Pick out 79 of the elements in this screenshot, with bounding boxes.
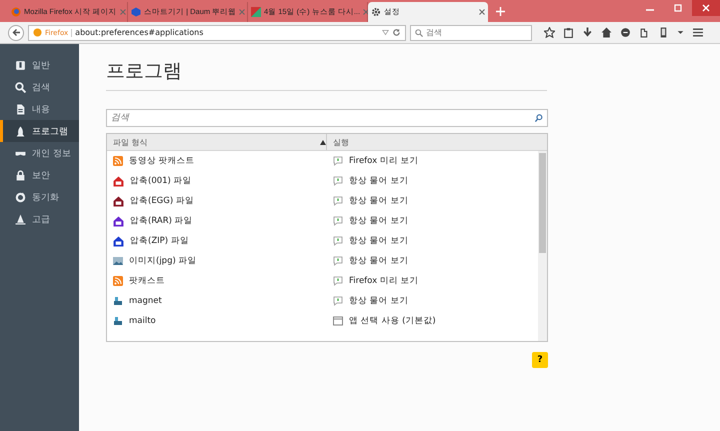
clipboard-icon bbox=[563, 27, 574, 38]
document-icon bbox=[15, 104, 26, 114]
file-type-cell: mailto bbox=[107, 316, 327, 326]
dropdown-icon bbox=[382, 29, 389, 36]
image-icon bbox=[113, 256, 123, 266]
file-type-cell: 압축(001) 파일 bbox=[107, 175, 327, 187]
app-icon bbox=[113, 316, 123, 326]
scrollbar[interactable] bbox=[538, 151, 547, 341]
file-type-cell: 압축(ZIP) 파일 bbox=[107, 235, 327, 247]
action-cell[interactable]: 항상 물어 보기 bbox=[327, 175, 527, 187]
search-input[interactable]: 검색 bbox=[426, 26, 527, 40]
star-icon bbox=[544, 27, 555, 38]
arrow-left-icon bbox=[12, 28, 20, 37]
speech-bubble-icon bbox=[333, 156, 343, 166]
sidebar-item[interactable]: 검색 bbox=[0, 76, 79, 98]
file-type-cell: 압축(EGG) 파일 bbox=[107, 195, 327, 207]
action-cell[interactable]: 앱 선택 사용 (기본값) bbox=[327, 315, 527, 327]
action-cell[interactable]: Firefox 미리 보기 bbox=[327, 275, 527, 287]
action-cell[interactable]: 항상 물어 보기 bbox=[327, 215, 527, 227]
speech-bubble-icon bbox=[333, 196, 343, 206]
action-cell[interactable]: 항상 물어 보기 bbox=[327, 255, 527, 267]
lock-icon bbox=[15, 170, 26, 180]
search-icon bbox=[15, 82, 26, 92]
sidebar-item[interactable]: 프로그램 bbox=[0, 120, 79, 142]
close-icon[interactable] bbox=[479, 7, 485, 17]
close-icon[interactable] bbox=[692, 0, 720, 16]
archive-icon bbox=[113, 216, 124, 226]
speech-bubble-icon bbox=[333, 176, 343, 186]
help-button[interactable]: ? bbox=[532, 352, 548, 368]
sidebar-item[interactable]: 동기화 bbox=[0, 186, 79, 208]
search-icon bbox=[535, 114, 543, 122]
sync-icon bbox=[15, 192, 26, 202]
settings-icon bbox=[371, 7, 381, 17]
action-cell[interactable]: 항상 물어 보기 bbox=[327, 195, 527, 207]
close-icon[interactable] bbox=[363, 7, 370, 17]
search-field[interactable]: 검색 bbox=[410, 24, 532, 40]
file-type-cell: 압축(RAR) 파일 bbox=[107, 215, 327, 227]
cube-icon bbox=[131, 7, 141, 17]
download-icon bbox=[582, 27, 593, 38]
column-header[interactable]: 실행 bbox=[327, 134, 527, 150]
sidebar-item[interactable]: 개인 정보 bbox=[0, 142, 79, 164]
colorful-square-icon bbox=[251, 7, 261, 17]
action-cell[interactable]: 항상 물어 보기 bbox=[327, 235, 527, 247]
back-button[interactable] bbox=[8, 24, 24, 40]
sidebar-item[interactable]: 일반 bbox=[0, 54, 79, 76]
app-icon bbox=[113, 296, 123, 306]
archive-icon bbox=[113, 196, 124, 206]
url-text: about:preferences#applications bbox=[75, 28, 204, 37]
file-type-cell: 이미지(jpg) 파일 bbox=[107, 255, 327, 267]
file-type-cell: magnet bbox=[107, 296, 327, 306]
feed-icon bbox=[113, 156, 123, 166]
column-header[interactable]: 파일 형식 bbox=[107, 134, 327, 150]
action-cell[interactable]: 항상 물어 보기 bbox=[327, 295, 527, 307]
wizard-hat-icon bbox=[15, 214, 26, 224]
sort-arrow-icon bbox=[320, 140, 326, 144]
feed-icon bbox=[113, 276, 123, 286]
window-icon bbox=[333, 316, 343, 326]
file-type-cell: 팟캐스트 bbox=[107, 275, 327, 287]
dropdown-icon bbox=[677, 29, 684, 36]
action-cell[interactable]: Firefox 미리 보기 bbox=[327, 155, 527, 167]
sidebar-item[interactable]: 고급 bbox=[0, 208, 79, 230]
speech-bubble-icon bbox=[333, 236, 343, 246]
switch-icon bbox=[15, 60, 26, 70]
menu-icon bbox=[692, 27, 704, 38]
speech-bubble-icon bbox=[333, 256, 343, 266]
reload-icon bbox=[392, 28, 401, 37]
page-title: 프로그램 bbox=[106, 59, 183, 84]
sidebar-item[interactable]: 보안 bbox=[0, 164, 79, 186]
speech-bubble-icon bbox=[333, 276, 343, 286]
sidebar-item[interactable]: 내용 bbox=[0, 98, 79, 120]
speech-bubble-icon bbox=[333, 296, 343, 306]
speech-bubble-icon bbox=[333, 216, 343, 226]
archive-icon bbox=[113, 176, 124, 186]
phone-icon bbox=[658, 27, 669, 38]
search-icon bbox=[415, 28, 423, 36]
rocket-icon bbox=[15, 126, 26, 136]
file-type-cell: 동영상 팟캐스트 bbox=[107, 155, 327, 167]
home-icon bbox=[601, 27, 612, 38]
archive-icon bbox=[113, 236, 124, 246]
